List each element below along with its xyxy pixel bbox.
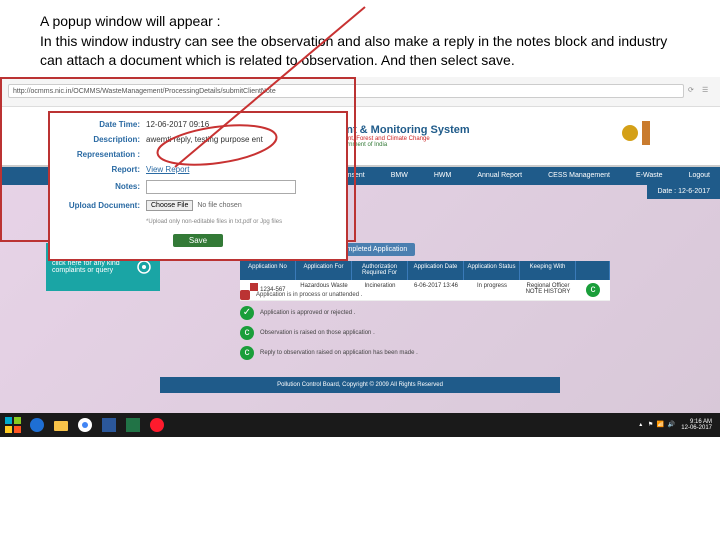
tray-up-icon[interactable]: ▴ — [634, 421, 642, 429]
instruction-text: A popup window will appear : In this win… — [0, 0, 720, 77]
legend-reply-icon: c — [240, 346, 254, 360]
windows-taskbar: ▴ ⚑ 📶 🔊 9:16 AM 12-06-2017 — [0, 413, 720, 437]
th-action — [576, 261, 610, 280]
tray-network-icon[interactable]: 📶 — [656, 421, 664, 429]
representation-label: Representation : — [58, 150, 146, 159]
th-auth-for: Authorization Required For — [352, 261, 408, 280]
clock-date: 12-06-2017 — [681, 425, 712, 431]
observation-popup: Date Time: 12-06-2017 09:16 Description:… — [48, 111, 348, 261]
choose-file-button[interactable]: Choose File — [146, 200, 193, 211]
tray-volume-icon[interactable]: 🔊 — [667, 421, 675, 429]
nav-ewaste[interactable]: E-Waste — [636, 172, 663, 179]
notes-input[interactable] — [146, 180, 296, 194]
legend-3: Observation is raised on those applicati… — [260, 330, 375, 336]
legend: Application is in process or unattended … — [240, 287, 610, 363]
national-emblem-icon — [620, 113, 660, 153]
nav-bmw[interactable]: BMW — [391, 172, 408, 179]
ie-icon[interactable] — [28, 416, 46, 434]
th-app-date: Application Date — [408, 261, 464, 280]
browser-screenshot: http://ocmms.nic.in/OCMMS/WasteManagemen… — [0, 77, 720, 437]
start-button[interactable] — [4, 416, 22, 434]
word-icon[interactable] — [100, 416, 118, 434]
nav-annual-report[interactable]: Annual Report — [477, 172, 522, 179]
description-value: awemti reply, testing purpose ent — [146, 135, 263, 144]
legend-red-icon — [240, 290, 250, 300]
no-file-text: No file chosen — [197, 202, 241, 209]
report-label: Report: — [58, 165, 146, 174]
folder-icon[interactable] — [52, 416, 70, 434]
tray-flag-icon[interactable]: ⚑ — [645, 421, 653, 429]
chrome-icon[interactable] — [76, 416, 94, 434]
menu-icon[interactable]: ☰ — [702, 86, 712, 96]
upload-hint: *Upload only non-editable files in txt,p… — [146, 219, 282, 225]
nav-cess[interactable]: CESS Management — [548, 172, 610, 179]
th-app-for: Application For — [296, 261, 352, 280]
address-bar[interactable]: http://ocmms.nic.in/OCMMS/WasteManagemen… — [8, 84, 684, 98]
date-bar: Date : 12-6-2017 — [647, 185, 720, 199]
legend-1: Application is in process or unattended … — [256, 292, 362, 298]
excel-icon[interactable] — [124, 416, 142, 434]
nav-hwm[interactable]: HWM — [434, 172, 452, 179]
description-label: Description: — [58, 135, 146, 144]
th-keeping-with: Keeping With — [520, 261, 576, 280]
upload-label: Upload Document: — [58, 201, 146, 210]
th-app-no: Application No — [240, 261, 296, 280]
browser-chrome: http://ocmms.nic.in/OCMMS/WasteManagemen… — [0, 77, 720, 107]
date-time-label: Date Time: — [58, 120, 146, 129]
legend-green-icon: ✓ — [240, 306, 254, 320]
date-time-value: 12-06-2017 09:16 — [146, 120, 209, 129]
legend-obs-icon: c — [240, 326, 254, 340]
refresh-icon[interactable]: ⟳ — [688, 86, 698, 96]
legend-2: Application is approved or rejected . — [260, 310, 355, 316]
site-footer: Pollution Control Board, Copyright © 200… — [160, 377, 560, 393]
complaints-text: click here for any kind complaints or qu… — [52, 260, 120, 274]
nav-logout[interactable]: Logout — [689, 172, 710, 179]
save-button[interactable]: Save — [173, 234, 223, 247]
view-report-link[interactable]: View Report — [146, 165, 189, 174]
th-app-status: Application Status — [464, 261, 520, 280]
opera-icon[interactable] — [148, 416, 166, 434]
legend-4: Reply to observation raised on applicati… — [260, 350, 418, 356]
notes-label: Notes: — [58, 182, 146, 191]
